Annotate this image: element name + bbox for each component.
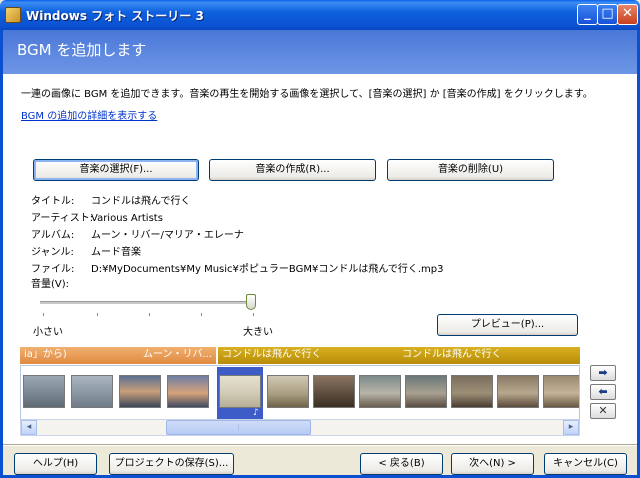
bgm-segment[interactable]: ムーン・リバ... xyxy=(78,347,216,364)
music-note-icon: ♪ xyxy=(253,408,259,418)
slider-tick xyxy=(201,313,202,316)
window-title: Windows フォト ストーリー 3 xyxy=(26,9,204,23)
slider-tick xyxy=(97,313,98,316)
track-album-value: ムーン・リバー/マリア・エレーナ xyxy=(91,230,244,241)
photo-thumbnail[interactable] xyxy=(71,375,113,408)
track-genre-row: ジャンル: ムード音楽 xyxy=(31,243,141,258)
bgm-segment[interactable]: ia」から) xyxy=(20,347,78,364)
delete-music-button[interactable]: 音楽の削除(U) xyxy=(387,159,554,181)
filmstrip: ♪ xyxy=(20,365,580,420)
photo-thumbnail[interactable] xyxy=(313,375,355,408)
photo-thumbnail[interactable] xyxy=(543,375,579,408)
move-left-button[interactable]: ⬅ xyxy=(590,384,616,400)
volume-slider-track[interactable] xyxy=(40,301,256,304)
track-title-label: タイトル: xyxy=(31,196,75,207)
wizard-header: BGM を追加します xyxy=(3,30,637,74)
photo-thumbnail[interactable] xyxy=(23,375,65,408)
track-album-row: アルバム: ムーン・リバー/マリア・エレーナ xyxy=(31,226,244,241)
slider-tick xyxy=(149,313,150,316)
track-album-label: アルバム: xyxy=(31,230,75,241)
track-genre-value: ムード音楽 xyxy=(91,247,141,258)
delete-photo-button[interactable]: ✕ xyxy=(590,403,616,419)
track-file-row: ファイル: D:¥MyDocuments¥My Music¥ポピュラーBGM¥コン… xyxy=(31,260,443,275)
track-genre-label: ジャンル: xyxy=(31,247,74,258)
volume-min-label: 小さい xyxy=(33,327,63,338)
scroll-right-arrow[interactable]: ▸ xyxy=(563,420,579,435)
instructions-text: 一連の画像に BGM を追加できます。音楽の再生を開始する画像を選択して、[音楽… xyxy=(21,89,593,100)
track-file-value: D:¥MyDocuments¥My Music¥ポピュラーBGM¥コンドルは飛ん… xyxy=(91,264,444,275)
create-music-button[interactable]: 音楽の作成(R)... xyxy=(209,159,376,181)
scroll-left-arrow[interactable]: ◂ xyxy=(21,420,37,435)
track-artist-value: Various Artists xyxy=(91,213,163,224)
app-icon xyxy=(5,7,21,23)
photo-thumbnail[interactable] xyxy=(451,375,493,408)
close-button[interactable]: ✕ xyxy=(617,4,638,25)
minimize-button[interactable]: _ xyxy=(577,4,598,25)
back-button[interactable]: < 戻る(B) xyxy=(360,453,443,475)
photo-thumbnail[interactable] xyxy=(359,375,401,408)
bgm-segment[interactable]: コンドルは飛んで行く xyxy=(218,347,398,364)
photo-thumbnail[interactable] xyxy=(119,375,161,408)
slider-tick xyxy=(253,313,254,316)
title-bar: Windows フォト ストーリー 3 _ □ ✕ xyxy=(0,0,640,30)
volume-slider-thumb[interactable] xyxy=(246,294,256,310)
volume-label: 音量(V): xyxy=(31,279,70,290)
footer-divider xyxy=(3,444,637,446)
photo-thumbnail[interactable] xyxy=(267,375,309,408)
details-link[interactable]: BGM の追加の詳細を表示する xyxy=(21,107,157,122)
track-title-value: コンドルは飛んで行く xyxy=(91,196,191,207)
slider-tick xyxy=(43,313,44,316)
page-title: BGM を追加します xyxy=(17,41,147,59)
maximize-button[interactable]: □ xyxy=(597,4,618,25)
select-music-button[interactable]: 音楽の選択(F)... xyxy=(33,159,199,181)
filmstrip-scrollbar[interactable]: ◂ ⦙ ▸ xyxy=(20,419,580,436)
wizard-content: 一連の画像に BGM を追加できます。音楽の再生を開始する画像を選択して、[音楽… xyxy=(3,74,637,444)
preview-button[interactable]: プレビュー(P)... xyxy=(437,314,578,336)
photo-thumbnail[interactable] xyxy=(167,375,209,408)
photo-thumbnail-selected[interactable] xyxy=(219,375,261,408)
track-title-row: タイトル: コンドルは飛んで行く xyxy=(31,192,191,207)
volume-max-label: 大きい xyxy=(243,327,273,338)
bgm-timeline: ia」から) ムーン・リバ... コンドルは飛んで行く コンドルは飛んで行く xyxy=(20,347,580,364)
scrollbar-thumb[interactable]: ⦙ xyxy=(166,420,311,435)
photo-thumbnail[interactable] xyxy=(497,375,539,408)
track-artist-row: アーティスト:Various Artists xyxy=(31,209,163,224)
next-button[interactable]: 次へ(N) > xyxy=(451,453,534,475)
help-button[interactable]: ヘルプ(H) xyxy=(14,453,97,475)
move-right-button[interactable]: ➡ xyxy=(590,365,616,381)
cancel-button[interactable]: キャンセル(C) xyxy=(544,453,627,475)
photo-thumbnail[interactable] xyxy=(405,375,447,408)
track-file-label: ファイル: xyxy=(31,264,75,275)
track-artist-label: アーティスト: xyxy=(31,213,94,224)
bgm-segment[interactable]: コンドルは飛んで行く xyxy=(398,347,580,364)
save-project-button[interactable]: プロジェクトの保存(S)... xyxy=(109,453,234,475)
